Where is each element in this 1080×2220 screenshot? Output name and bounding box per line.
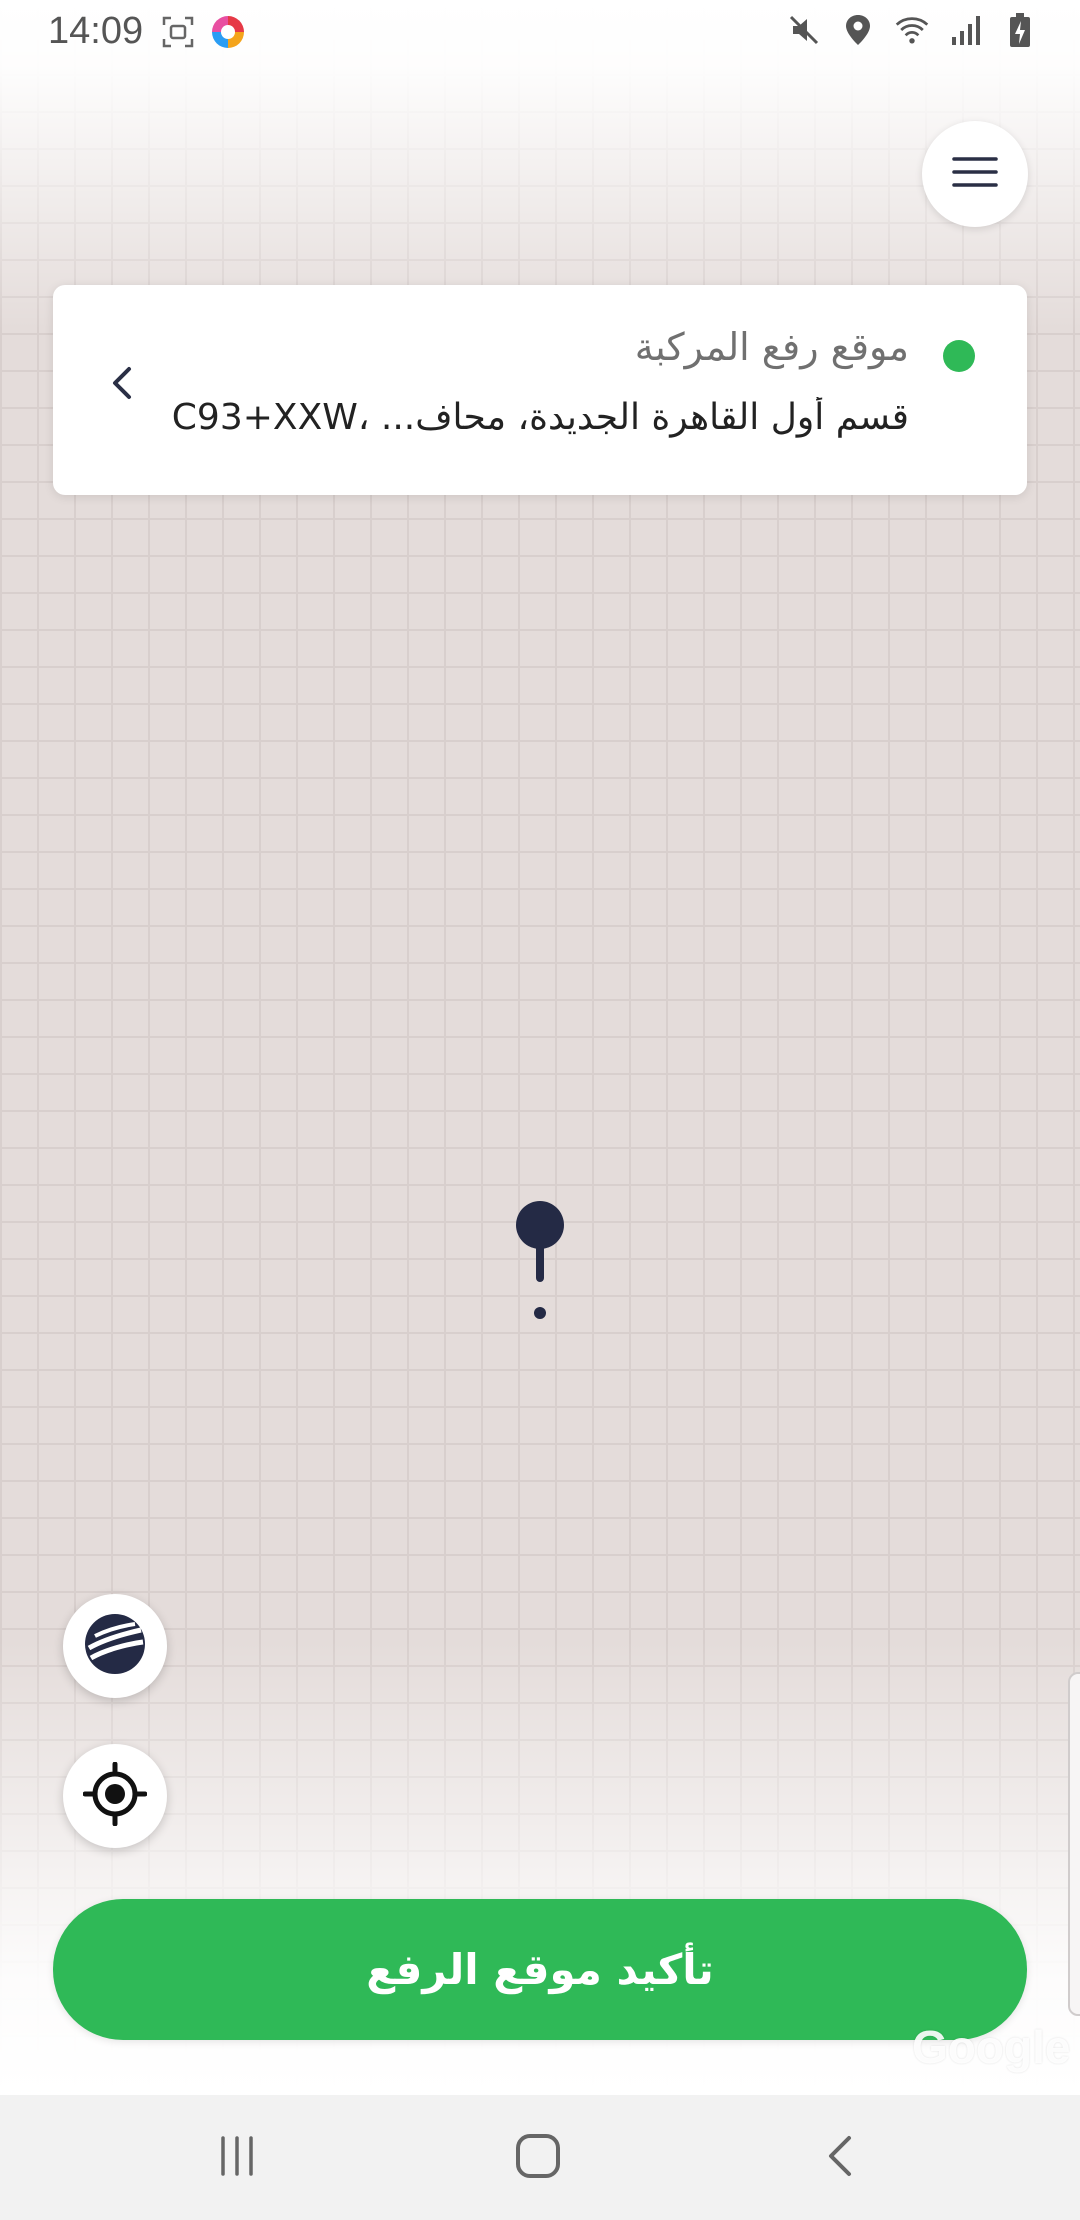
location-icon: [840, 12, 876, 48]
app-color-icon: [210, 14, 246, 50]
map-layers-button[interactable]: [63, 1594, 167, 1698]
screenshot-icon: [160, 14, 196, 50]
google-attribution: Google: [912, 2021, 1071, 2073]
map-pin-icon: [510, 1200, 570, 1324]
confirm-pickup-button[interactable]: تأكيد موقع الرفع: [53, 1899, 1027, 2040]
recent-apps-button[interactable]: [202, 2123, 272, 2193]
my-location-button[interactable]: [63, 1744, 167, 1848]
location-status-dot: [943, 340, 975, 372]
map-layers-icon: [83, 1612, 147, 1680]
signal-icon: [948, 12, 984, 48]
mute-icon: [786, 12, 822, 48]
status-right-icons: [786, 12, 1038, 48]
status-time: 14:09: [48, 10, 144, 52]
hamburger-menu-icon: [952, 155, 998, 193]
status-left-icons: [160, 14, 246, 50]
home-button[interactable]: [503, 2123, 573, 2193]
chevron-left-icon[interactable]: [103, 363, 143, 403]
menu-button[interactable]: [922, 121, 1028, 227]
location-title: موقع رفع المركبة: [634, 325, 909, 369]
location-address: قسم أول القاهرة الجديدة، محاف... ،2C93+X…: [169, 397, 909, 438]
side-panel-handle[interactable]: [1068, 1672, 1080, 2016]
pickup-location-card[interactable]: موقع رفع المركبة قسم أول القاهرة الجديدة…: [53, 285, 1027, 495]
back-button[interactable]: [806, 2123, 876, 2193]
status-bar: 14:09: [0, 0, 1080, 64]
recent-apps-icon: [215, 2134, 259, 2182]
back-icon: [821, 2134, 861, 2182]
battery-charging-icon: [1002, 12, 1038, 48]
system-nav-bar: [0, 2095, 1080, 2220]
my-location-icon: [82, 1761, 148, 1830]
wifi-icon: [894, 12, 930, 48]
home-icon: [514, 2132, 562, 2184]
